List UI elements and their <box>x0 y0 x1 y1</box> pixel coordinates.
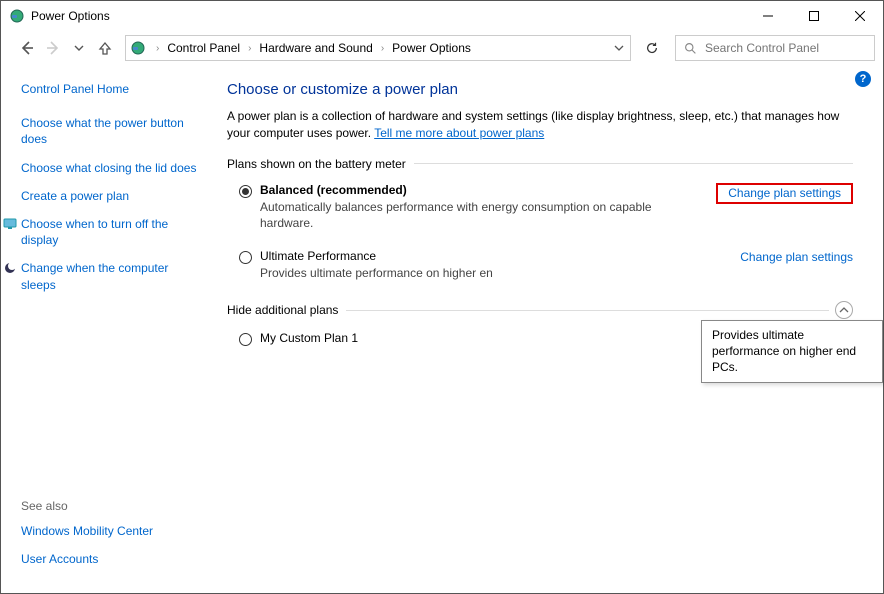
radio-balanced[interactable] <box>239 185 252 198</box>
sidebar-link-power-button[interactable]: Choose what the power button does <box>21 115 199 147</box>
breadcrumb[interactable]: › Control Panel › Hardware and Sound › P… <box>125 35 631 61</box>
plan-name[interactable]: Balanced (recommended) <box>260 183 716 197</box>
sidebar-link-turn-off-display[interactable]: Choose when to turn off the display <box>21 216 199 248</box>
main-panel: Choose or customize a power plan A power… <box>211 65 883 593</box>
plans-section-label: Plans shown on the battery meter <box>227 157 853 171</box>
sidebar: Control Panel Home Choose what the power… <box>1 65 211 593</box>
sidebar-link-create-plan[interactable]: Create a power plan <box>21 188 199 204</box>
sidebar-link-closing-lid[interactable]: Choose what closing the lid does <box>21 160 199 176</box>
page-heading: Choose or customize a power plan <box>227 81 853 98</box>
change-plan-settings-ultimate[interactable]: Change plan settings <box>740 249 853 264</box>
plan-name[interactable]: My Custom Plan 1 <box>260 331 740 345</box>
sidebar-link-computer-sleeps[interactable]: Change when the computer sleeps <box>21 260 199 292</box>
see-also-user-accounts[interactable]: User Accounts <box>21 551 153 567</box>
tell-me-more-link[interactable]: Tell me more about power plans <box>374 126 544 140</box>
see-also-heading: See also <box>21 499 153 513</box>
plan-description: Automatically balances performance with … <box>260 199 716 231</box>
plan-name[interactable]: Ultimate Performance <box>260 249 740 263</box>
search-icon <box>684 42 697 55</box>
see-also-section: See also Windows Mobility Center User Ac… <box>21 499 153 579</box>
plan-row-ultimate: Ultimate Performance Provides ultimate p… <box>227 243 853 283</box>
breadcrumb-dropdown[interactable] <box>608 36 630 60</box>
navbar: › Control Panel › Hardware and Sound › P… <box>1 31 883 65</box>
breadcrumb-item[interactable]: Hardware and Sound <box>257 41 374 55</box>
breadcrumb-item[interactable]: Control Panel <box>165 41 242 55</box>
content: Control Panel Home Choose what the power… <box>1 65 883 593</box>
chevron-right-icon[interactable]: › <box>150 43 165 54</box>
plan-description: Provides ultimate performance on higher … <box>260 265 740 281</box>
chevron-up-icon[interactable] <box>835 301 853 319</box>
close-button[interactable] <box>837 1 883 31</box>
plan-row-balanced: Balanced (recommended) Automatically bal… <box>227 177 853 233</box>
power-options-icon <box>130 40 146 56</box>
minimize-button[interactable] <box>745 1 791 31</box>
recent-dropdown[interactable] <box>67 36 91 60</box>
search-box[interactable] <box>675 35 875 61</box>
power-options-icon <box>9 8 25 24</box>
intro-text: A power plan is a collection of hardware… <box>227 108 853 143</box>
search-input[interactable] <box>705 41 866 55</box>
chevron-right-icon[interactable]: › <box>375 43 390 54</box>
radio-ultimate[interactable] <box>239 251 252 264</box>
moon-icon <box>3 261 17 275</box>
tooltip: Provides ultimate performance on higher … <box>701 320 883 383</box>
back-button[interactable] <box>15 36 39 60</box>
hide-plans-toggle[interactable]: Hide additional plans <box>227 301 853 319</box>
radio-custom[interactable] <box>239 333 252 346</box>
maximize-button[interactable] <box>791 1 837 31</box>
up-button[interactable] <box>93 36 117 60</box>
chevron-right-icon[interactable]: › <box>242 43 257 54</box>
window-title: Power Options <box>31 9 110 23</box>
control-panel-home-link[interactable]: Control Panel Home <box>21 81 199 97</box>
see-also-mobility-center[interactable]: Windows Mobility Center <box>21 523 153 539</box>
monitor-icon <box>3 217 17 231</box>
breadcrumb-item[interactable]: Power Options <box>390 41 473 55</box>
refresh-button[interactable] <box>639 35 665 61</box>
change-plan-settings-balanced[interactable]: Change plan settings <box>716 183 853 204</box>
titlebar: Power Options <box>1 1 883 31</box>
forward-button[interactable] <box>41 36 65 60</box>
